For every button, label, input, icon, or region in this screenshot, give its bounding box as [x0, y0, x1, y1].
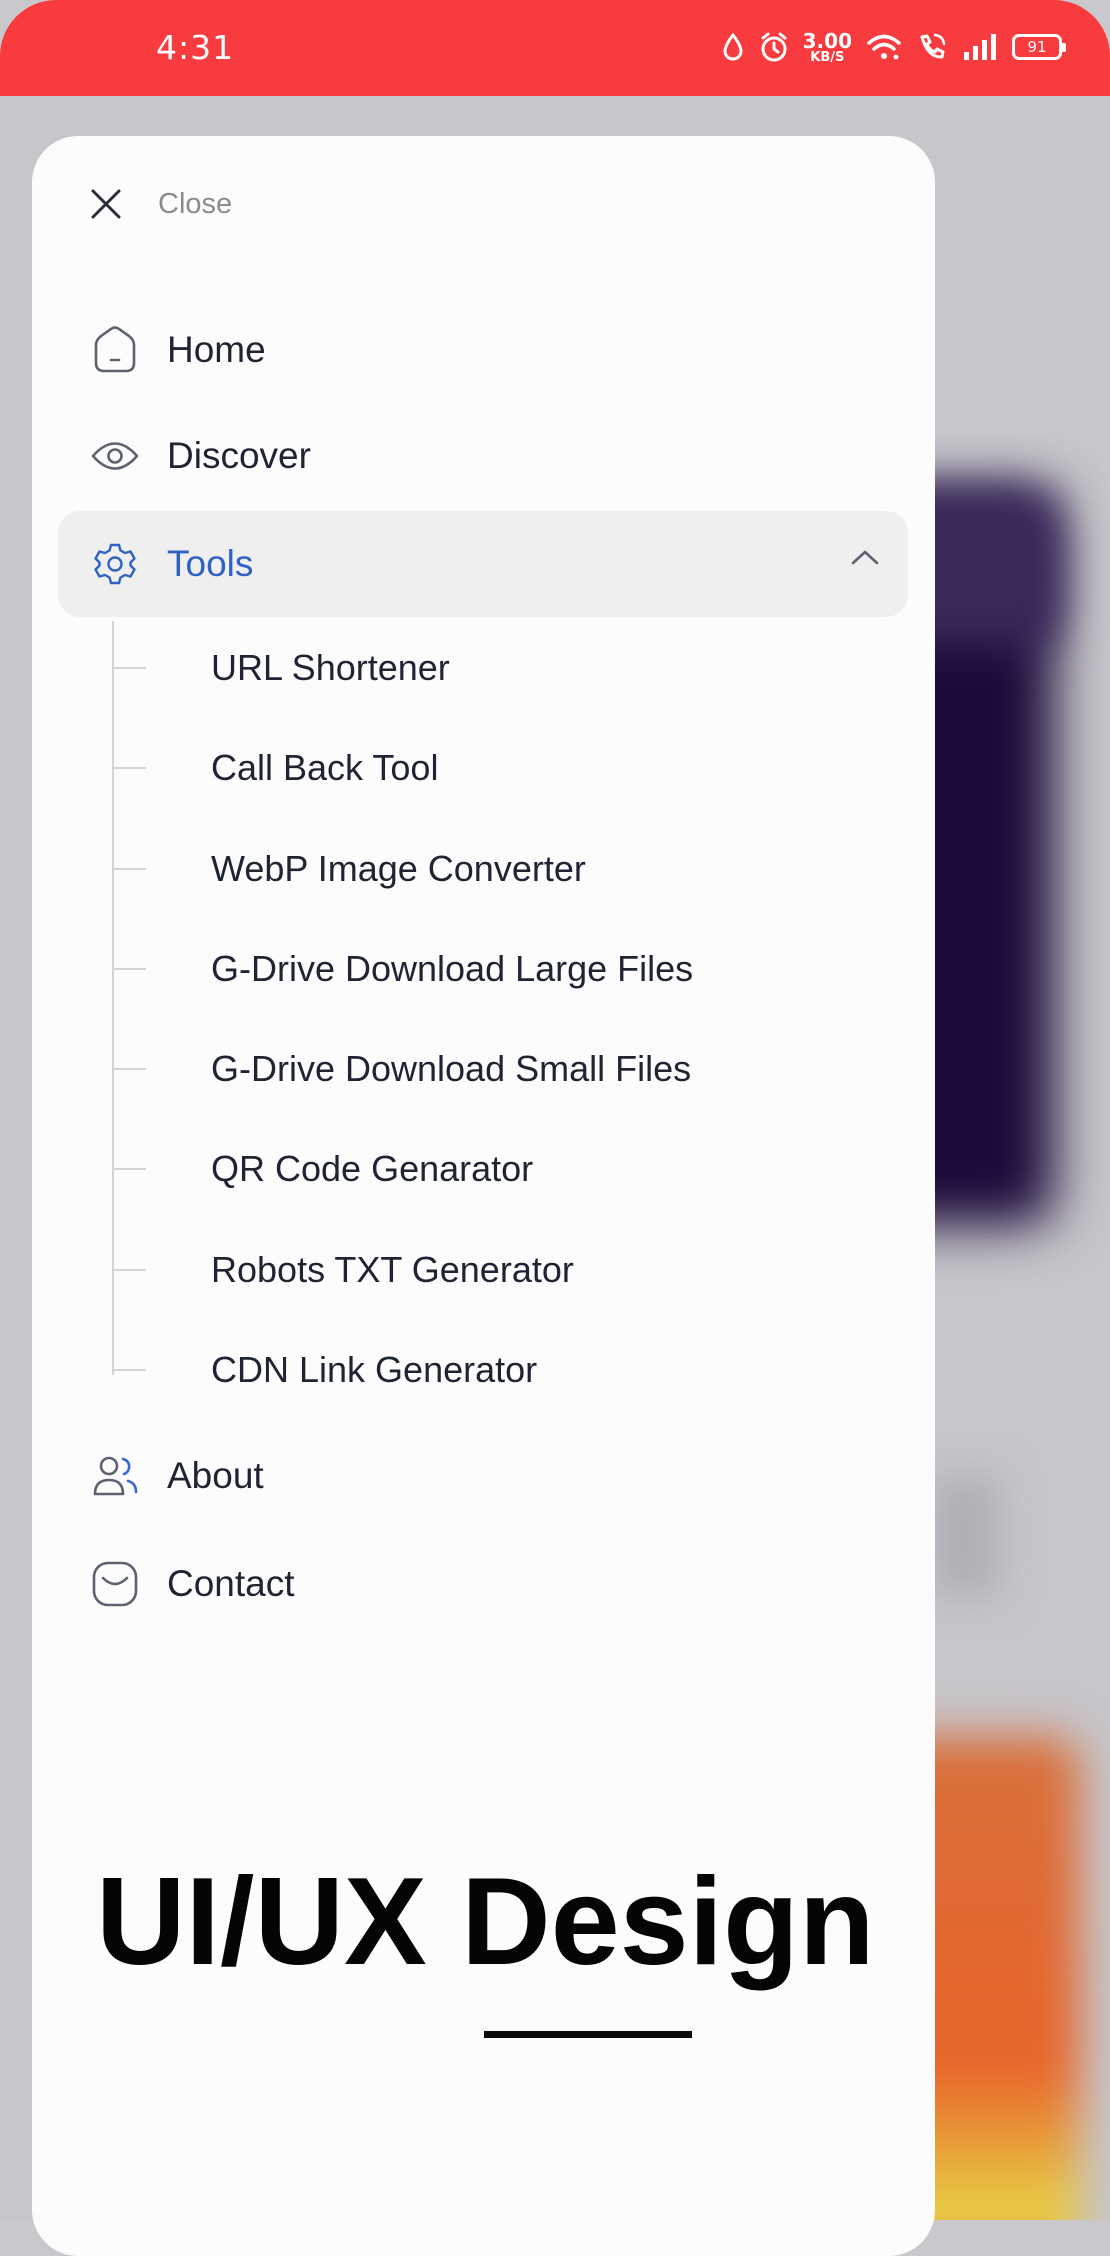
tree-branch	[112, 767, 146, 769]
submenu-item-label: URL Shortener	[211, 647, 450, 688]
tree-branch	[112, 667, 146, 669]
tree-branch	[112, 1068, 146, 1070]
overlay-underline	[484, 2031, 692, 2038]
tree-branch	[112, 1168, 146, 1170]
chevron-up-icon[interactable]	[850, 548, 880, 566]
nav-item-label: Home	[167, 329, 266, 370]
network-speed-unit: KB/S	[810, 49, 845, 65]
navigation-drawer: Close Home Discover Tools URL Shortener …	[32, 136, 935, 2256]
status-icons: 3.00 KB/S 91	[721, 26, 1066, 68]
submenu-item-url-shortener[interactable]: URL Shortener	[112, 628, 892, 708]
submenu-item-label: WebP Image Converter	[211, 848, 586, 889]
tree-branch	[112, 968, 146, 970]
signal-icon	[964, 34, 996, 60]
nav-item-discover[interactable]: Discover	[58, 403, 908, 509]
submenu-item-gdrive-large-files[interactable]: G-Drive Download Large Files	[112, 929, 892, 1009]
submenu-item-label: G-Drive Download Small Files	[211, 1048, 692, 1089]
nav-item-home[interactable]: Home	[58, 297, 908, 403]
status-bar: 4:31 3.00 KB/S 91	[0, 0, 1110, 96]
tree-branch	[112, 1369, 146, 1371]
eye-icon	[90, 431, 140, 481]
close-label: Close	[158, 187, 233, 220]
submenu-item-label: CDN Link Generator	[211, 1349, 538, 1390]
submenu-item-label: Robots TXT Generator	[211, 1249, 574, 1290]
submenu-item-qr-code-generator[interactable]: QR Code Genarator	[112, 1129, 892, 1209]
nav-item-contact[interactable]: Contact	[58, 1531, 908, 1637]
mail-icon	[90, 1559, 140, 1609]
submenu-item-label: Call Back Tool	[211, 747, 439, 788]
submenu-item-robots-txt-generator[interactable]: Robots TXT Generator	[112, 1230, 892, 1310]
nav-item-about[interactable]: About	[58, 1423, 908, 1529]
nav-item-tools[interactable]: Tools	[58, 511, 908, 617]
wifi-icon	[867, 34, 901, 60]
gear-icon	[90, 539, 140, 589]
close-icon	[91, 189, 121, 219]
nav-item-label: About	[167, 1455, 264, 1496]
background-element	[930, 1476, 1000, 1596]
alarm-icon	[761, 32, 787, 62]
submenu-item-label: QR Code Genarator	[211, 1148, 534, 1189]
network-speed: 3.00 KB/S	[803, 31, 852, 64]
nav-item-label: Discover	[167, 435, 311, 476]
submenu-item-cdn-link-generator[interactable]: CDN Link Generator	[112, 1330, 892, 1410]
data-saver-icon	[723, 32, 743, 61]
submenu-item-webp-image-converter[interactable]: WebP Image Converter	[112, 829, 892, 909]
battery-indicator: 91	[1012, 34, 1066, 60]
overlay-title: UI/UX Design	[96, 1853, 875, 1991]
home-icon	[90, 325, 140, 375]
submenu-item-call-back-tool[interactable]: Call Back Tool	[112, 728, 892, 808]
nav-item-label: Tools	[167, 543, 254, 584]
wifi-call-icon	[920, 33, 946, 59]
network-speed-value: 3.00	[802, 28, 852, 53]
submenu-item-label: G-Drive Download Large Files	[211, 948, 694, 989]
tree-branch	[112, 868, 146, 870]
nav-item-label: Contact	[167, 1563, 295, 1604]
submenu-item-gdrive-small-files[interactable]: G-Drive Download Small Files	[112, 1029, 892, 1109]
users-icon	[90, 1451, 140, 1501]
close-button[interactable]: Close	[90, 182, 232, 226]
tree-branch	[112, 1269, 146, 1271]
status-time: 4:31	[156, 28, 235, 67]
